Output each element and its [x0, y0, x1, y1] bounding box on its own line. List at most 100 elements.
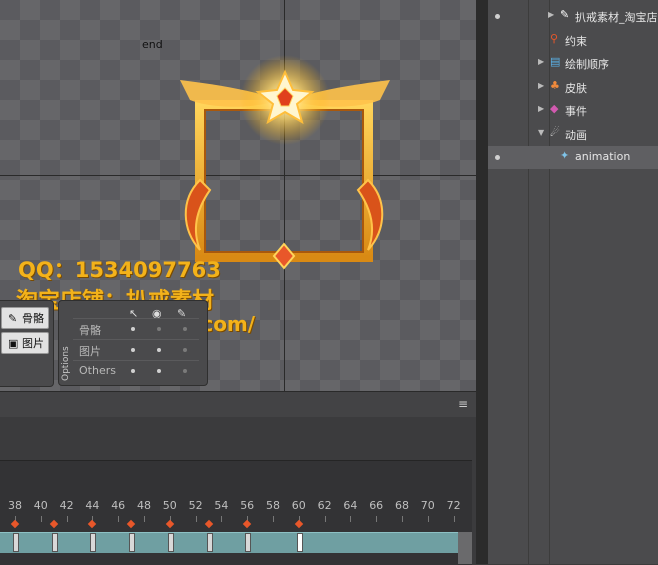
ruler-tick [66, 516, 68, 522]
hierarchy-tree: ▶ ✎ 扒戒素材_淘宝店 ⚲ 约束 ▶ ▤ 绘制顺序 ▶ ♣ 皮肤 ▶ ◆ 事件 ▼ ☄ 动画 ✦ animatio… [488, 0, 658, 564]
ruler-tick [402, 516, 403, 522]
tree-item-label: 动画 [565, 128, 587, 142]
name-toggle[interactable] [183, 327, 187, 331]
tree-item-label: 事件 [565, 105, 587, 118]
tree-item-label: 扒戒素材_淘宝店 [575, 11, 658, 24]
ruler-label: 52 [188, 499, 203, 512]
bone-icon: ✎ [8, 312, 18, 325]
tree-item-label: animation [575, 150, 631, 163]
ruler-tick [221, 516, 223, 522]
ruler-label: 40 [33, 499, 48, 512]
tree-item-label: 绘制顺序 [565, 58, 609, 71]
ruler-label: 48 [137, 499, 151, 512]
ruler-tick [118, 516, 120, 522]
options-row-label: 图片 [79, 345, 101, 358]
ruler-label: 64 [343, 499, 358, 512]
name-toggle[interactable] [183, 369, 187, 373]
ruler-label: 66 [369, 499, 384, 512]
track-key[interactable] [129, 533, 136, 552]
ruler-label: 50 [162, 499, 177, 512]
ruler-label: 58 [266, 499, 280, 512]
animation-clip-icon: ✦ [560, 149, 570, 162]
tree-item[interactable]: ▶ ◆ 事件 [488, 99, 658, 122]
canvas-viewport[interactable]: end QQ：1534097763 淘宝店铺：扒戒素材 [0, 0, 476, 391]
tree-item[interactable]: ⚲ 约束 [488, 29, 658, 52]
ruler-tick [195, 516, 197, 522]
ruler-tick [376, 516, 378, 522]
tree-item-label: 皮肤 [565, 81, 587, 95]
constraint-icon: ⚲ [550, 31, 559, 45]
timeline-scroll-handle[interactable] [458, 532, 472, 564]
expand-arrow-icon[interactable]: ▶ [548, 10, 554, 19]
ruler-label: 56 [240, 499, 255, 512]
timeline-header: ≡ [0, 391, 476, 418]
ruler-tick [324, 516, 326, 522]
golden-frame-artwork[interactable] [170, 50, 400, 280]
tree-item[interactable]: ▶ ▤ 绘制顺序 [488, 52, 658, 75]
track-key[interactable] [167, 533, 174, 552]
options-row-others[interactable]: Others [73, 360, 199, 381]
tree-item[interactable]: ✦ animation [488, 146, 658, 169]
bone-tool-label: 骨骼 [22, 312, 44, 325]
tool-panel: ✎ 骨骼 ▣ 图片 [0, 300, 54, 387]
track-key[interactable] [245, 533, 252, 552]
ruler-label: 68 [395, 499, 409, 512]
options-row-bone[interactable]: 骨骼 [73, 318, 199, 339]
visibility-toggle[interactable] [157, 327, 161, 331]
ruler-label: 60 [291, 499, 306, 512]
playhead[interactable] [296, 533, 303, 552]
image-tool-button[interactable]: ▣ 图片 [1, 332, 49, 354]
image-icon: ▣ [8, 337, 19, 350]
watermark-qq: QQ：1534097763 [18, 258, 221, 282]
event-icon: ◆ [550, 102, 559, 115]
end-event-label: end [142, 38, 163, 51]
ruler-label: 46 [111, 499, 126, 512]
ruler-label: 70 [420, 499, 435, 512]
expand-arrow-icon[interactable]: ▶ [538, 81, 544, 90]
ruler-tick [350, 516, 352, 522]
ruler-tick [144, 516, 145, 522]
ruler-label: 72 [446, 499, 461, 512]
ruler-tick [453, 516, 455, 522]
options-title: Options [61, 346, 71, 381]
expand-arrow-icon[interactable]: ▼ [538, 128, 544, 137]
track-key[interactable] [206, 533, 213, 552]
options-panel: Options ↖ ◉ ✎ 骨骼 图片 Others [58, 300, 208, 386]
track-key[interactable] [90, 533, 97, 552]
track-key[interactable] [51, 533, 58, 552]
ruler-label: 38 [8, 499, 22, 512]
name-toggle[interactable] [183, 348, 187, 352]
select-toggle[interactable] [131, 327, 135, 331]
expand-arrow-icon[interactable]: ▶ [538, 57, 544, 66]
tree-item[interactable]: ▼ ☄ 动画 [488, 123, 658, 146]
ruler-tick [40, 516, 42, 522]
ruler-label: 44 [85, 499, 100, 512]
tree-item-label: 约束 [565, 34, 587, 48]
ruler-tick [273, 516, 274, 522]
ruler-label: 54 [214, 499, 229, 512]
draw-order-icon: ▤ [550, 55, 561, 68]
visibility-dot[interactable] [495, 14, 500, 19]
animation-track-bar[interactable] [0, 532, 466, 553]
options-row-image[interactable]: 图片 [73, 339, 199, 360]
visibility-dot[interactable] [495, 155, 500, 160]
tree-item[interactable]: ▶ ✎ 扒戒素材_淘宝店 [488, 5, 658, 28]
brush-icon: ✎ [560, 8, 570, 21]
ruler-label: 42 [59, 499, 74, 512]
image-tool-label: 图片 [22, 337, 44, 350]
options-row-label: 骨骼 [79, 324, 101, 337]
visibility-toggle[interactable] [157, 369, 161, 373]
menu-icon[interactable]: ≡ [458, 397, 468, 411]
tree-item[interactable]: ▶ ♣ 皮肤 [488, 76, 658, 99]
animation-icon: ☄ [550, 125, 560, 139]
panel-splitter[interactable] [476, 0, 488, 564]
ruler-label: 62 [317, 499, 332, 512]
visibility-toggle[interactable] [157, 348, 161, 352]
ruler-tick [427, 516, 429, 522]
skin-icon: ♣ [550, 78, 560, 92]
select-toggle[interactable] [131, 369, 135, 373]
track-key[interactable] [13, 533, 19, 552]
expand-arrow-icon[interactable]: ▶ [538, 104, 544, 113]
select-toggle[interactable] [131, 348, 135, 352]
bone-tool-button[interactable]: ✎ 骨骼 [1, 307, 49, 329]
